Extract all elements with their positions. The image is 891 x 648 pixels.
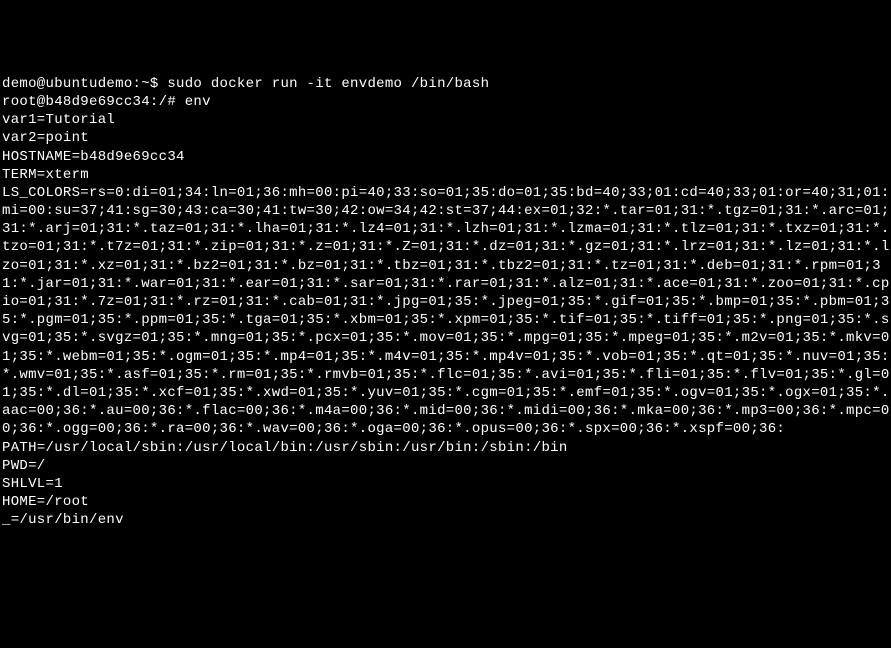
terminal-line: _=/usr/bin/env <box>2 511 891 529</box>
terminal-line: SHLVL=1 <box>2 475 891 493</box>
terminal-line: HOME=/root <box>2 493 891 511</box>
terminal-line: TERM=xterm <box>2 166 891 184</box>
terminal-line: var1=Tutorial <box>2 111 891 129</box>
terminal-line: HOSTNAME=b48d9e69cc34 <box>2 148 891 166</box>
terminal-line: PATH=/usr/local/sbin:/usr/local/bin:/usr… <box>2 439 891 457</box>
terminal-line: var2=point <box>2 129 891 147</box>
terminal-line: LS_COLORS=rs=0:di=01;34:ln=01;36:mh=00:p… <box>2 184 891 439</box>
terminal-line: root@b48d9e69cc34:/# env <box>2 93 891 111</box>
terminal-line: PWD=/ <box>2 457 891 475</box>
terminal-output[interactable]: demo@ubuntudemo:~$ sudo docker run -it e… <box>2 75 891 530</box>
terminal-line: demo@ubuntudemo:~$ sudo docker run -it e… <box>2 75 891 93</box>
